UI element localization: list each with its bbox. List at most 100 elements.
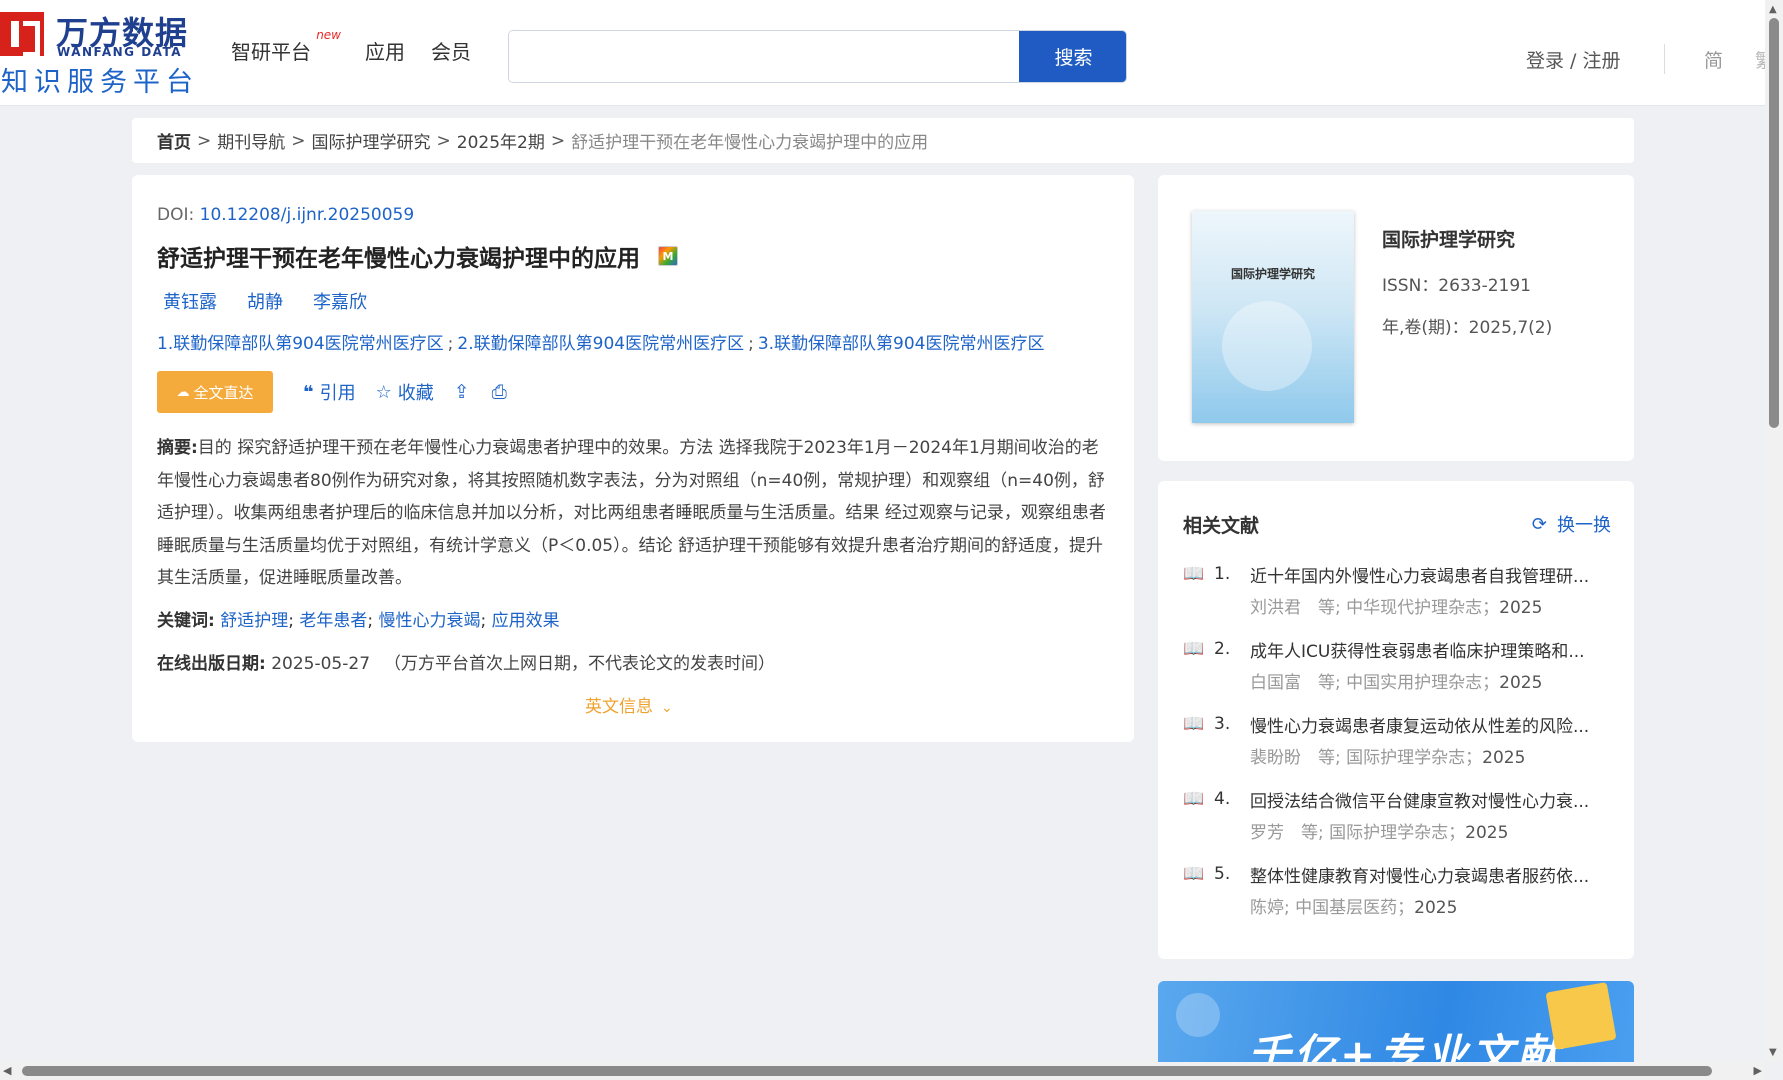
scroll-left-icon[interactable]: ◀ xyxy=(3,1064,11,1077)
abstract-label: 摘要: xyxy=(157,438,198,458)
list-item: 📖 2. 成年人ICU获得性衰弱患者临床护理策略和... 白国富 等; 中国实用… xyxy=(1183,634,1613,709)
affiliation-link[interactable]: 1.联勤保障部队第904医院常州医疗区 xyxy=(157,334,444,354)
nav-item-zhiyan[interactable]: 智研平台 new xyxy=(231,28,341,65)
top-header: 万方数据 WANFANG DATA 知识服务平台 智研平台 new 应用 会员 … xyxy=(0,0,1765,106)
related-meta: 白国富 等; 中国实用护理杂志；2025 xyxy=(1183,664,1613,702)
star-icon: ☆ xyxy=(375,381,392,403)
pubdate-note: （万方平台首次上网日期，不代表论文的发表时间） xyxy=(384,654,776,674)
related-meta-text: 陈婷; 中国基层医药； xyxy=(1250,898,1415,918)
journal-name[interactable]: 国际护理学研究 xyxy=(1382,225,1515,252)
pubdate-value: 2025-05-27 xyxy=(271,654,371,674)
logo-english-name: WANFANG DATA xyxy=(57,45,183,59)
related-meta: 刘洪君 等; 中华现代护理杂志；2025 xyxy=(1183,589,1613,627)
article-title: 舒适护理干预在老年慢性心力衰竭护理中的应用 M xyxy=(157,239,678,273)
horizontal-scrollbar[interactable]: ◀ ▶ xyxy=(0,1062,1765,1080)
wanfang-logo[interactable]: 万方数据 WANFANG DATA 知识服务平台 xyxy=(0,8,200,98)
m-badge-icon[interactable]: M xyxy=(658,246,678,266)
cite-button[interactable]: ❝ 引用 xyxy=(303,379,356,405)
related-number: 2. xyxy=(1214,639,1231,659)
lang-simplified-button[interactable]: 简 xyxy=(1704,46,1723,73)
vertical-scrollbar[interactable]: ▲ ▼ xyxy=(1765,0,1783,1062)
scroll-right-icon[interactable]: ▶ xyxy=(1754,1064,1762,1077)
book-icon: 📖 xyxy=(1183,564,1205,584)
search-button[interactable]: 搜索 xyxy=(1019,31,1126,82)
affiliation-separator: ; xyxy=(748,334,754,354)
quote-icon: ❝ xyxy=(303,381,314,403)
cloud-icon: ☁ xyxy=(176,384,190,400)
related-title-row[interactable]: 📖 2. 成年人ICU获得性衰弱患者临床护理策略和... xyxy=(1183,634,1613,664)
breadcrumb-home[interactable]: 首页 xyxy=(157,128,191,153)
author-link[interactable]: 胡静 xyxy=(247,288,283,314)
fulltext-button[interactable]: ☁ 全文直达 xyxy=(157,371,273,413)
print-button[interactable]: ⎙ xyxy=(492,381,507,403)
promo-banner[interactable]: 千亿+专业文献 xyxy=(1158,981,1634,1062)
affiliation-link[interactable]: 2.联勤保障部队第904医院常州医疗区 xyxy=(457,334,744,354)
related-title[interactable]: 成年人ICU获得性衰弱患者临床护理策略和... xyxy=(1250,637,1600,662)
related-title[interactable]: 回授法结合微信平台健康宣教对慢性心力衰... xyxy=(1250,787,1600,812)
author-link[interactable]: 李嘉欣 xyxy=(313,288,367,314)
fulltext-label: 全文直达 xyxy=(193,383,254,402)
lang-traditional-button[interactable]: 繁 xyxy=(1755,46,1765,73)
nav-item-membership[interactable]: 会员 xyxy=(431,36,471,65)
book-icon: 📖 xyxy=(1183,639,1205,659)
horizontal-scroll-thumb[interactable] xyxy=(22,1066,1712,1076)
keyword-separator: ; xyxy=(288,611,300,631)
related-title-row[interactable]: 📖 3. 慢性心力衰竭患者康复运动依从性差的风险... xyxy=(1183,709,1613,739)
book-icon: 📖 xyxy=(1183,864,1205,884)
article-title-text: 舒适护理干预在老年慢性心力衰竭护理中的应用 xyxy=(157,246,640,272)
english-info-toggle[interactable]: 英文信息 ⌄ xyxy=(585,692,673,717)
list-item: 📖 4. 回授法结合微信平台健康宣教对慢性心力衰... 罗芳 等; 国际护理学杂… xyxy=(1183,784,1613,859)
keywords-label: 关键词: xyxy=(157,611,215,631)
book-icon: 📖 xyxy=(1183,714,1205,734)
print-icon: ⎙ xyxy=(491,381,507,403)
keyword-link[interactable]: 慢性心力衰竭 xyxy=(379,611,481,631)
related-number: 1. xyxy=(1214,564,1231,584)
related-meta-text: 白国富 等; 中国实用护理杂志； xyxy=(1250,673,1500,693)
scroll-up-icon[interactable]: ▲ xyxy=(1769,4,1777,15)
search-input[interactable] xyxy=(509,31,1019,82)
search-box: 搜索 xyxy=(508,30,1127,83)
related-title[interactable]: 近十年国内外慢性心力衰竭患者自我管理研... xyxy=(1250,562,1600,587)
breadcrumb-separator: > xyxy=(197,130,212,151)
related-title[interactable]: 慢性心力衰竭患者康复运动依从性差的风险... xyxy=(1250,712,1600,737)
favorite-button[interactable]: ☆ 收藏 xyxy=(376,379,434,405)
nav-item-apps[interactable]: 应用 xyxy=(365,36,405,65)
doi-link[interactable]: 10.12208/j.ijnr.20250059 xyxy=(200,205,415,225)
affiliation-list: 1.联勤保障部队第904医院常州医疗区; 2.联勤保障部队第904医院常州医疗区;… xyxy=(157,329,1044,354)
book-icon xyxy=(1545,982,1617,1050)
breadcrumb-separator: > xyxy=(291,130,306,151)
keyword-link[interactable]: 老年患者 xyxy=(299,611,367,631)
journal-card: 国际护理学研究 国际护理学研究 ISSN：2633-2191 年,卷(期)：20… xyxy=(1158,175,1634,461)
author-link[interactable]: 黄钰露 xyxy=(163,288,217,314)
breadcrumb-journal-nav[interactable]: 期刊导航 xyxy=(217,128,285,153)
author-list: 黄钰露 胡静 李嘉欣 xyxy=(163,288,367,314)
share-button[interactable]: ⇪ xyxy=(454,381,470,403)
publish-date: 在线出版日期: 2025-05-27 （万方平台首次上网日期，不代表论文的发表时间… xyxy=(157,649,775,674)
related-title-row[interactable]: 📖 4. 回授法结合微信平台健康宣教对慢性心力衰... xyxy=(1183,784,1613,814)
favorite-label: 收藏 xyxy=(397,383,434,404)
keyword-separator: ; xyxy=(480,611,492,631)
related-list: 📖 1. 近十年国内外慢性心力衰竭患者自我管理研... 刘洪君 等; 中华现代护… xyxy=(1183,559,1613,934)
banner-text: 千亿+专业文献 xyxy=(1248,1030,1564,1062)
keyword-link[interactable]: 舒适护理 xyxy=(220,611,288,631)
breadcrumb-issue[interactable]: 2025年2期 xyxy=(457,128,545,153)
related-title-row[interactable]: 📖 5. 整体性健康教育对慢性心力衰竭患者服药依... xyxy=(1183,859,1613,889)
keyword-link[interactable]: 应用效果 xyxy=(492,611,560,631)
journal-cover[interactable]: 国际护理学研究 xyxy=(1192,211,1354,423)
list-item: 📖 3. 慢性心力衰竭患者康复运动依从性差的风险... 裴盼盼 等; 国际护理学… xyxy=(1183,709,1613,784)
breadcrumb-journal[interactable]: 国际护理学研究 xyxy=(312,128,431,153)
vertical-scroll-thumb[interactable] xyxy=(1769,18,1779,428)
keywords: 关键词: 舒适护理; 老年患者; 慢性心力衰竭; 应用效果 xyxy=(157,606,560,631)
refresh-label: 换一换 xyxy=(1557,515,1611,536)
related-title[interactable]: 整体性健康教育对慢性心力衰竭患者服药依... xyxy=(1250,862,1600,887)
related-meta: 罗芳 等; 国际护理学杂志；2025 xyxy=(1183,814,1613,852)
affiliation-link[interactable]: 3.联勤保障部队第904医院常州医疗区 xyxy=(758,334,1045,354)
login-register-link[interactable]: 登录 / 注册 xyxy=(1526,46,1620,73)
journal-volume: 年,卷(期)：2025,7(2) xyxy=(1382,318,1553,338)
related-title-row[interactable]: 📖 1. 近十年国内外慢性心力衰竭患者自我管理研... xyxy=(1183,559,1613,589)
cover-title: 国际护理学研究 xyxy=(1230,267,1315,281)
journal-issn: ISSN：2633-2191 xyxy=(1382,276,1531,296)
refresh-button[interactable]: ⟳ 换一换 xyxy=(1532,511,1611,537)
related-year: 2025 xyxy=(1482,748,1526,768)
scroll-down-icon[interactable]: ▼ xyxy=(1769,1047,1777,1058)
